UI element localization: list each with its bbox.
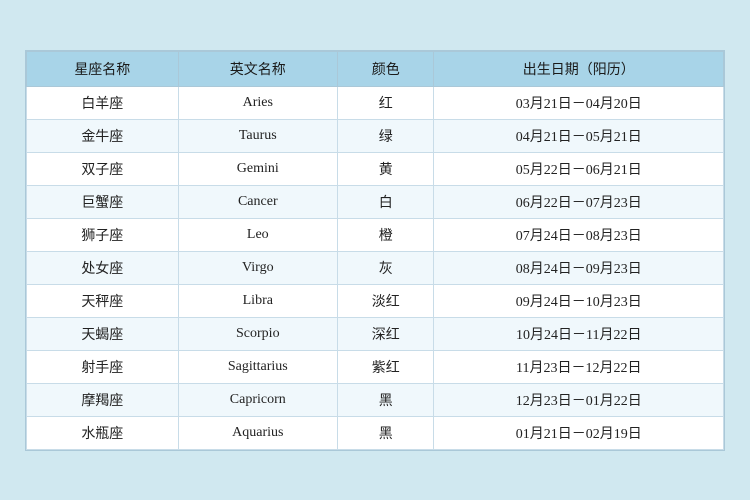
cell-color: 黄 [337, 152, 434, 185]
zodiac-table: 星座名称 英文名称 颜色 出生日期（阳历） 白羊座Aries红03月21日－04… [26, 51, 724, 450]
table-row: 水瓶座Aquarius黑01月21日－02月19日 [27, 416, 724, 449]
table-row: 双子座Gemini黄05月22日－06月21日 [27, 152, 724, 185]
cell-color: 淡红 [337, 284, 434, 317]
cell-english-name: Virgo [178, 251, 337, 284]
cell-color: 灰 [337, 251, 434, 284]
col-header-chinese-name: 星座名称 [27, 51, 179, 86]
cell-date-range: 12月23日－01月22日 [434, 383, 724, 416]
cell-english-name: Capricorn [178, 383, 337, 416]
cell-chinese-name: 巨蟹座 [27, 185, 179, 218]
cell-english-name: Gemini [178, 152, 337, 185]
table-row: 天蝎座Scorpio深红10月24日－11月22日 [27, 317, 724, 350]
cell-chinese-name: 天蝎座 [27, 317, 179, 350]
cell-chinese-name: 金牛座 [27, 119, 179, 152]
cell-english-name: Aries [178, 86, 337, 119]
col-header-date: 出生日期（阳历） [434, 51, 724, 86]
cell-chinese-name: 处女座 [27, 251, 179, 284]
cell-color: 橙 [337, 218, 434, 251]
cell-chinese-name: 射手座 [27, 350, 179, 383]
cell-date-range: 11月23日－12月22日 [434, 350, 724, 383]
cell-date-range: 06月22日－07月23日 [434, 185, 724, 218]
cell-color: 红 [337, 86, 434, 119]
table-row: 白羊座Aries红03月21日－04月20日 [27, 86, 724, 119]
cell-date-range: 07月24日－08月23日 [434, 218, 724, 251]
cell-english-name: Libra [178, 284, 337, 317]
table-row: 天秤座Libra淡红09月24日－10月23日 [27, 284, 724, 317]
cell-chinese-name: 天秤座 [27, 284, 179, 317]
cell-date-range: 01月21日－02月19日 [434, 416, 724, 449]
zodiac-table-container: 星座名称 英文名称 颜色 出生日期（阳历） 白羊座Aries红03月21日－04… [25, 50, 725, 451]
table-row: 射手座Sagittarius紫红11月23日－12月22日 [27, 350, 724, 383]
cell-english-name: Scorpio [178, 317, 337, 350]
cell-date-range: 08月24日－09月23日 [434, 251, 724, 284]
cell-chinese-name: 摩羯座 [27, 383, 179, 416]
cell-color: 深红 [337, 317, 434, 350]
cell-color: 黑 [337, 383, 434, 416]
cell-chinese-name: 双子座 [27, 152, 179, 185]
table-header-row: 星座名称 英文名称 颜色 出生日期（阳历） [27, 51, 724, 86]
cell-date-range: 10月24日－11月22日 [434, 317, 724, 350]
table-row: 狮子座Leo橙07月24日－08月23日 [27, 218, 724, 251]
cell-english-name: Leo [178, 218, 337, 251]
cell-chinese-name: 白羊座 [27, 86, 179, 119]
table-row: 巨蟹座Cancer白06月22日－07月23日 [27, 185, 724, 218]
cell-english-name: Aquarius [178, 416, 337, 449]
cell-english-name: Cancer [178, 185, 337, 218]
cell-color: 黑 [337, 416, 434, 449]
col-header-color: 颜色 [337, 51, 434, 86]
table-row: 金牛座Taurus绿04月21日－05月21日 [27, 119, 724, 152]
cell-color: 紫红 [337, 350, 434, 383]
cell-color: 白 [337, 185, 434, 218]
cell-date-range: 03月21日－04月20日 [434, 86, 724, 119]
cell-chinese-name: 水瓶座 [27, 416, 179, 449]
cell-chinese-name: 狮子座 [27, 218, 179, 251]
table-row: 摩羯座Capricorn黑12月23日－01月22日 [27, 383, 724, 416]
table-body: 白羊座Aries红03月21日－04月20日金牛座Taurus绿04月21日－0… [27, 86, 724, 449]
cell-date-range: 09月24日－10月23日 [434, 284, 724, 317]
table-row: 处女座Virgo灰08月24日－09月23日 [27, 251, 724, 284]
cell-english-name: Taurus [178, 119, 337, 152]
cell-color: 绿 [337, 119, 434, 152]
col-header-english-name: 英文名称 [178, 51, 337, 86]
cell-date-range: 05月22日－06月21日 [434, 152, 724, 185]
cell-english-name: Sagittarius [178, 350, 337, 383]
cell-date-range: 04月21日－05月21日 [434, 119, 724, 152]
